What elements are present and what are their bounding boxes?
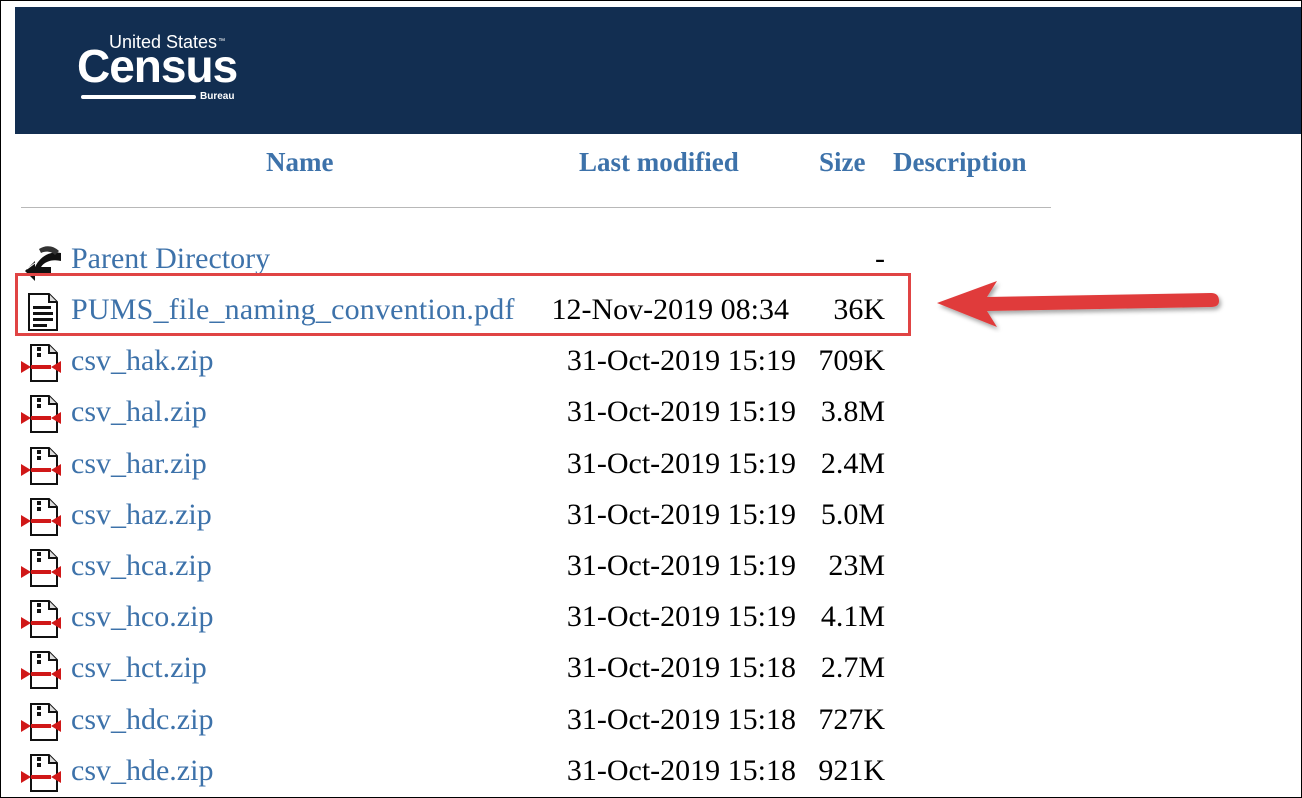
file-last-modified: 31-Oct-2019 15:19 <box>566 498 796 531</box>
column-header-size[interactable]: Size <box>819 146 866 178</box>
file-link[interactable]: csv_hco.zip <box>71 599 213 635</box>
file-size: 23M <box>828 549 885 582</box>
compressed-file-icon <box>21 548 61 588</box>
compressed-file-icon <box>21 650 61 690</box>
column-header-last-modified[interactable]: Last modified <box>579 146 739 178</box>
file-size: 709K <box>818 344 885 377</box>
compressed-file-icon <box>21 446 61 486</box>
file-size: 5.0M <box>820 498 885 531</box>
column-header-description[interactable]: Description <box>893 146 1026 178</box>
callout-arrow-icon <box>937 281 1219 327</box>
file-row: csv_hak.zip 31-Oct-2019 15:19 709K <box>1 335 1001 386</box>
file-last-modified: 31-Oct-2019 15:19 <box>566 344 796 377</box>
file-row: csv_haz.zip 31-Oct-2019 15:19 5.0M <box>1 489 1001 540</box>
file-row: csv_hdc.zip 31-Oct-2019 15:18 727K <box>1 694 1001 745</box>
parent-size: - <box>875 242 885 275</box>
file-size: 2.4M <box>820 447 885 480</box>
file-row: csv_hde.zip 31-Oct-2019 15:18 921K <box>1 745 1001 796</box>
file-link[interactable]: csv_hct.zip <box>71 650 207 686</box>
file-row: csv_hct.zip 31-Oct-2019 15:18 2.7M <box>1 642 1001 693</box>
file-link[interactable]: csv_hdc.zip <box>71 702 213 738</box>
file-row: csv_hal.zip 31-Oct-2019 15:19 3.8M <box>1 386 1001 437</box>
compressed-file-icon <box>21 753 61 793</box>
highlight-box <box>15 273 911 336</box>
file-link[interactable]: csv_hde.zip <box>71 753 213 789</box>
logo-bureau: Bureau <box>200 91 235 102</box>
file-link[interactable]: csv_hak.zip <box>71 343 213 379</box>
compressed-file-icon <box>21 343 61 383</box>
file-link[interactable]: csv_hca.zip <box>71 548 212 584</box>
census-logo[interactable]: United States™ Census Bureau <box>77 31 247 111</box>
file-last-modified: 31-Oct-2019 15:19 <box>566 395 796 428</box>
file-last-modified: 31-Oct-2019 15:19 <box>566 447 796 480</box>
file-link[interactable]: csv_hal.zip <box>71 394 207 430</box>
file-last-modified: 31-Oct-2019 15:18 <box>566 703 796 736</box>
page-frame: United States™ Census Bureau Name Last m… <box>0 0 1302 798</box>
compressed-file-icon <box>21 599 61 639</box>
compressed-file-icon <box>21 497 61 537</box>
header-divider <box>21 207 1051 208</box>
logo-census: Census <box>77 40 238 92</box>
logo-underline <box>81 95 196 99</box>
file-size: 3.8M <box>820 395 885 428</box>
file-link[interactable]: csv_haz.zip <box>71 497 212 533</box>
file-last-modified: 31-Oct-2019 15:19 <box>566 549 796 582</box>
file-size: 4.1M <box>820 600 885 633</box>
file-last-modified: 31-Oct-2019 15:18 <box>566 754 796 787</box>
column-header-name[interactable]: Name <box>266 146 333 178</box>
file-size: 727K <box>818 703 885 736</box>
file-size: 2.7M <box>820 651 885 684</box>
file-row: csv_har.zip 31-Oct-2019 15:19 2.4M <box>1 438 1001 489</box>
file-last-modified: 31-Oct-2019 15:19 <box>566 600 796 633</box>
file-row: csv_hco.zip 31-Oct-2019 15:19 4.1M <box>1 591 1001 642</box>
file-size: 921K <box>818 754 885 787</box>
file-link[interactable]: csv_har.zip <box>71 446 207 482</box>
compressed-file-icon <box>21 394 61 434</box>
file-last-modified: 31-Oct-2019 15:18 <box>566 651 796 684</box>
file-row: csv_hca.zip 31-Oct-2019 15:19 23M <box>1 540 1001 591</box>
compressed-file-icon <box>21 702 61 742</box>
parent-directory-link[interactable]: Parent Directory <box>71 241 270 277</box>
site-header: United States™ Census Bureau <box>15 7 1301 134</box>
